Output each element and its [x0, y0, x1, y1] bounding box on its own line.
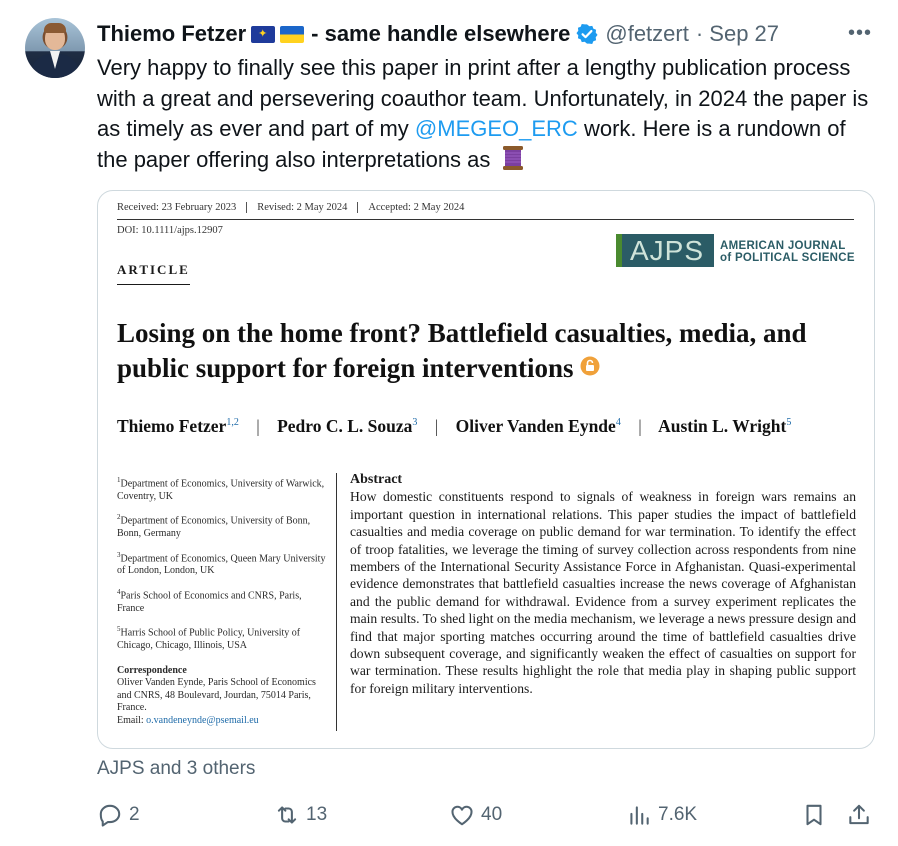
reply-button[interactable]: 2 [97, 796, 140, 834]
column-divider [336, 473, 337, 731]
journal-name-line2: of POLITICAL SCIENCE [720, 252, 855, 264]
affiliation-text: Harris School of Public Policy, Universi… [117, 627, 301, 652]
affiliation-2: 2Department of Economics, University of … [117, 511, 329, 540]
abstract-text: How domestic constituents respond to sig… [350, 489, 856, 696]
author-2-affil: 3 [412, 417, 418, 429]
affiliation-text: Department of Economics, Queen Mary Univ… [117, 552, 326, 577]
revised-date: Revised: 2 May 2024 [257, 202, 359, 213]
author-4-affil: 5 [786, 417, 792, 429]
more-options-icon[interactable]: ••• [848, 22, 872, 45]
doi: DOI: 10.1111/ajps.12907 [117, 225, 223, 236]
author-separator: | [638, 416, 642, 436]
repost-button[interactable]: 13 [274, 796, 327, 834]
author-3: Oliver Vanden Eynde [455, 416, 616, 436]
affiliation-text: Department of Economics, University of W… [117, 478, 325, 502]
affiliation-1: 1Department of Economics, University of … [117, 474, 329, 503]
tweet-date[interactable]: · Sep 27 [696, 21, 779, 47]
author-4: Austin L. Wright [658, 416, 787, 436]
author-1-affil: 1,2 [226, 417, 239, 429]
engagement-summary[interactable]: AJPS and 3 others [97, 758, 255, 780]
repost-count: 13 [306, 804, 328, 825]
correspondence-heading: Correspondence [117, 664, 187, 676]
eu-flag-icon [251, 25, 276, 43]
action-bar: 2 13 40 7.6K [0, 796, 898, 834]
abstract: Abstract How domestic constituents respo… [350, 471, 856, 697]
paper-title: Losing on the home front? Battlefield ca… [117, 316, 837, 386]
open-access-icon [580, 356, 600, 376]
journal-logo: AJPS [616, 234, 714, 267]
author-separator: | [256, 416, 260, 436]
tweet[interactable]: Thiemo Fetzer - same handle elsewhere @f… [0, 0, 898, 846]
author-handle[interactable]: @fetzert [605, 21, 688, 47]
accepted-date: Accepted: 2 May 2024 [368, 202, 465, 213]
heart-icon [451, 805, 473, 826]
author-2: Pedro C. L. Souza [277, 416, 413, 436]
email-address: o.vandeneynde@psemail.eu [146, 714, 259, 726]
ukraine-flag-icon [280, 25, 305, 43]
reply-count: 2 [129, 804, 140, 825]
correspondence-email: Email: o.vandeneynde@psemail.eu [117, 715, 329, 728]
avatar-hair [44, 23, 66, 33]
thread-spool-icon [502, 145, 523, 170]
tweet-text: Very happy to finally see this paper in … [97, 53, 877, 175]
like-count: 40 [481, 804, 503, 825]
journal-name: AMERICAN JOURNAL of POLITICAL SCIENCE [720, 240, 855, 264]
author-3-affil: 4 [615, 417, 621, 429]
affiliation-5: 5Harris School of Public Policy, Univers… [117, 623, 329, 652]
avatar[interactable] [25, 18, 85, 78]
views-icon [630, 806, 649, 825]
share-button[interactable] [846, 796, 878, 834]
repost-icon [277, 806, 297, 824]
views-count: 7.6K [658, 804, 698, 825]
correspondence-text: Oliver Vanden Eynde, Paris School of Eco… [117, 677, 316, 714]
affiliation-3: 3Department of Economics, Queen Mary Uni… [117, 549, 329, 578]
author-name-suffix[interactable]: - same handle elsewhere [311, 21, 570, 47]
journal-name-line1: AMERICAN JOURNAL [720, 240, 846, 252]
views-button[interactable]: 7.6K [626, 796, 697, 834]
author-separator: | [434, 416, 439, 436]
affiliation-4: 4Paris School of Economics and CNRS, Par… [117, 586, 329, 615]
paper-image-card[interactable]: Received: 23 February 2023 Revised: 2 Ma… [97, 190, 875, 749]
author-name[interactable]: Thiemo Fetzer [97, 21, 246, 47]
author-1: Thiemo Fetzer [117, 416, 227, 436]
received-date: Received: 23 February 2023 [117, 202, 248, 213]
affiliation-text: Department of Economics, University of B… [117, 515, 311, 540]
abstract-heading: Abstract [350, 472, 403, 487]
bookmark-button[interactable] [801, 796, 833, 834]
header-rule [117, 219, 854, 220]
affiliations: 1Department of Economics, University of … [117, 474, 329, 727]
author-list: Thiemo Fetzer1,2 | Pedro C. L. Souza3 | … [117, 416, 791, 437]
share-icon [849, 804, 869, 825]
paper-front-page: Received: 23 February 2023 Revised: 2 Ma… [98, 191, 874, 748]
tweet-header: Thiemo Fetzer - same handle elsewhere @f… [97, 20, 779, 48]
bookmark-icon [806, 804, 822, 826]
mention-link[interactable]: @MEGEO_ERC [415, 116, 578, 141]
reply-icon [99, 804, 121, 827]
like-button[interactable]: 40 [449, 796, 502, 834]
email-label: Email: [117, 714, 147, 726]
verified-badge-icon [576, 24, 598, 44]
paper-title-text: Losing on the home front? Battlefield ca… [117, 318, 807, 383]
section-label: ARTICLE [117, 262, 190, 285]
affiliation-text: Paris School of Economics and CNRS, Pari… [117, 590, 302, 614]
publication-dates: Received: 23 February 2023 Revised: 2 Ma… [117, 202, 484, 213]
